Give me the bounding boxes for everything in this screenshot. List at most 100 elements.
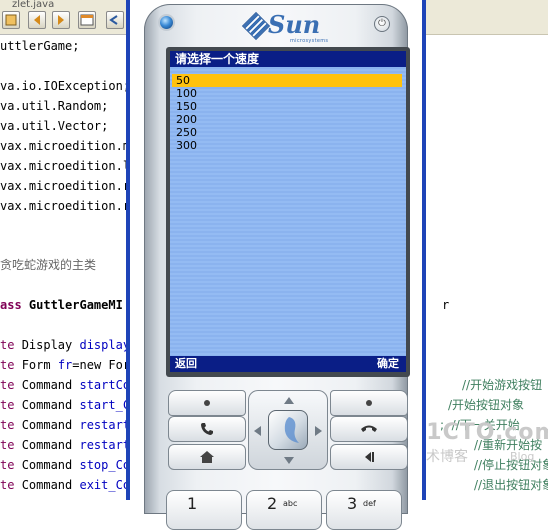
code-line-field: te Form fr=new Forr xyxy=(0,358,137,372)
key-1-digit: 1 xyxy=(187,494,198,513)
right-softkey-button[interactable] xyxy=(330,390,408,416)
select-button[interactable] xyxy=(268,410,308,450)
key-1[interactable]: 1 xyxy=(166,490,242,530)
field-name: start_C xyxy=(79,398,131,412)
field-type: Command xyxy=(21,418,80,432)
field-type: Command xyxy=(21,398,80,412)
watermark-blog: Blog xyxy=(510,450,535,463)
code-line-import-6: vax.microedition.r xyxy=(0,179,131,193)
power-button[interactable]: ⏻ xyxy=(374,16,390,32)
code-line-import-7: vax.microedition.r xyxy=(0,199,131,213)
code-line-field: te Command restart xyxy=(0,418,130,432)
sun-logo: Sun microsystems xyxy=(241,10,328,46)
code-line-import-5: vax.microedition.l xyxy=(0,159,131,173)
left-softkey-button[interactable] xyxy=(168,390,246,416)
field-type: Form xyxy=(21,358,58,372)
field-type: Command xyxy=(21,438,80,452)
field-name: display xyxy=(79,338,131,352)
kw-private: te xyxy=(0,438,22,452)
softkey-bar: 返回 确定 xyxy=(170,356,406,372)
kw-private: te xyxy=(0,338,22,352)
hangup-icon xyxy=(361,425,377,432)
kw-private: te xyxy=(0,478,22,492)
arrow-left-icon[interactable] xyxy=(254,426,261,436)
field-type: Command xyxy=(21,458,80,472)
softkey-ok[interactable]: 确定 xyxy=(377,356,399,372)
phone-device: Sun microsystems ⏻ 请选择一个速度 50 100 150 20… xyxy=(144,4,410,530)
kw-private: te xyxy=(0,458,22,472)
back-icon xyxy=(365,452,374,462)
code-line-field: te Command exit_Co xyxy=(0,478,130,492)
watermark: 51CTO.com 技术博客 Blog xyxy=(410,420,548,500)
call-button[interactable] xyxy=(168,416,246,442)
code-comment: //开始游戏按钮 xyxy=(462,378,543,392)
dot-icon xyxy=(204,400,210,406)
key-3-letters: def xyxy=(363,499,376,508)
phone-top: Sun microsystems ⏻ xyxy=(144,4,408,46)
speed-option[interactable]: 100 xyxy=(172,87,402,100)
screen-title: 请选择一个速度 xyxy=(170,51,406,67)
brand-text: Sun xyxy=(268,10,321,39)
navigation-pad[interactable] xyxy=(248,390,328,470)
speed-option[interactable]: 50 xyxy=(172,74,402,87)
softkey-back[interactable]: 返回 xyxy=(175,356,197,372)
arrow-down-icon[interactable] xyxy=(284,457,294,464)
speed-option[interactable]: 150 xyxy=(172,100,402,113)
key-2[interactable]: 2 abc xyxy=(246,490,322,530)
toolbar-icon-forward[interactable] xyxy=(52,11,70,29)
back-button[interactable] xyxy=(330,444,408,470)
kw-private: te xyxy=(0,418,22,432)
toolbar-icon-layout[interactable] xyxy=(78,11,96,29)
editor-separator xyxy=(0,34,130,35)
watermark-main: 51CTO.com xyxy=(410,420,548,445)
emulator-body: Sun microsystems ⏻ 请选择一个速度 50 100 150 20… xyxy=(130,0,422,530)
key-2-digit: 2 xyxy=(267,494,278,513)
phone-icon xyxy=(201,423,213,435)
code-line-class-decl: ass GuttlerGameMI xyxy=(0,298,123,312)
code-comment: /开始按钮对象 xyxy=(448,398,525,412)
speed-option[interactable]: 200 xyxy=(172,113,402,126)
speed-list: 50 100 150 200 250 300 xyxy=(170,74,406,152)
arrow-up-icon[interactable] xyxy=(284,397,294,404)
code-line-field: te Display display xyxy=(0,338,130,352)
code-line-field: te Command restart xyxy=(0,438,130,452)
code-line-import-3: va.util.Vector; xyxy=(0,119,109,133)
brand-subtext: microsystems xyxy=(290,38,329,44)
class-decl-tail: r xyxy=(442,298,450,312)
camera-icon xyxy=(160,16,173,29)
field-name: restart xyxy=(79,418,131,432)
sun-diamond-icon xyxy=(241,11,271,41)
wave-icon xyxy=(284,417,299,443)
arrow-right-icon[interactable] xyxy=(315,426,322,436)
code-line-field: te Command stop_Co xyxy=(0,458,130,472)
toolbar-icon-back[interactable] xyxy=(28,11,46,29)
home-button[interactable] xyxy=(168,444,246,470)
class-name: GuttlerGameMI xyxy=(28,298,123,312)
emulator-window: Sun microsystems ⏻ 请选择一个速度 50 100 150 20… xyxy=(126,0,426,530)
power-icon: ⏻ xyxy=(378,18,386,29)
key-3-digit: 3 xyxy=(347,494,358,513)
toolbar-icon-1[interactable] xyxy=(2,11,20,29)
code-line-package: uttlerGame; xyxy=(0,39,80,53)
code-line-import-2: va.util.Random; xyxy=(0,99,109,113)
file-tab[interactable]: zlet.java xyxy=(0,0,54,10)
field-name: stop_Co xyxy=(79,458,131,472)
field-name: exit_Co xyxy=(79,478,131,492)
code-line-field: te Command startCo xyxy=(0,378,130,392)
code-line-import-4: vax.microedition.m xyxy=(0,139,131,153)
speed-option[interactable]: 250 xyxy=(172,126,402,139)
speed-option[interactable]: 300 xyxy=(172,139,402,152)
kw-private: te xyxy=(0,358,22,372)
field-type: Command xyxy=(21,478,80,492)
code-line-field: te Command start_C xyxy=(0,398,130,412)
field-type: Display xyxy=(21,338,80,352)
toolbar-icon-nav[interactable] xyxy=(106,11,124,29)
key-3[interactable]: 3 def xyxy=(326,490,402,530)
phone-screen: 请选择一个速度 50 100 150 200 250 300 返回 确定 xyxy=(170,51,406,372)
end-call-button[interactable] xyxy=(330,416,408,442)
field-name: startCo xyxy=(79,378,131,392)
dot-icon xyxy=(366,400,372,406)
kw-class: ass xyxy=(0,298,29,312)
home-icon xyxy=(200,451,214,463)
key-2-letters: abc xyxy=(283,499,298,508)
